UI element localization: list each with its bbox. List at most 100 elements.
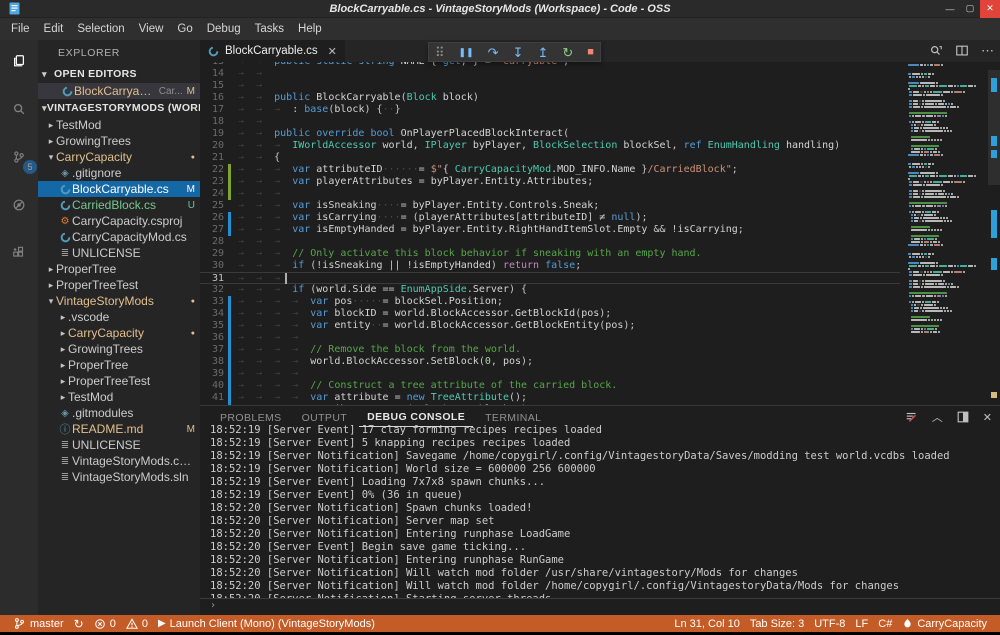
chevron-right-icon: ▸ xyxy=(58,344,68,355)
status-label: CarryCapacity xyxy=(917,618,987,630)
workspace-header[interactable]: ▾VINTAGESTORYMODS (WORKSPACE) xyxy=(38,99,200,117)
tree-item[interactable]: CarriedBlock.csU xyxy=(38,197,200,213)
minimize-button[interactable]: — xyxy=(940,0,960,18)
menu-item-go[interactable]: Go xyxy=(170,20,199,38)
tree-item[interactable]: ◈.gitmodules xyxy=(38,405,200,421)
open-editors-header[interactable]: ▾OPEN EDITORS xyxy=(38,65,200,83)
chevron-down-icon: ▾ xyxy=(46,296,56,307)
status-sync[interactable]: ↻ xyxy=(69,615,89,632)
menu-item-selection[interactable]: Selection xyxy=(70,20,131,38)
file-icon: ≣ xyxy=(58,456,72,467)
maximize-panel-chevron-icon[interactable]: ︿ xyxy=(932,409,943,425)
menu-item-view[interactable]: View xyxy=(132,20,171,38)
maximize-button[interactable]: ▢ xyxy=(960,0,980,18)
restart-icon[interactable]: ↻ xyxy=(562,46,573,59)
minimap-line xyxy=(904,142,988,144)
tree-item[interactable]: CarryCapacityMod.cs xyxy=(38,229,200,245)
tab-label: BlockCarryable.cs xyxy=(225,45,318,57)
close-panel-icon[interactable]: ✕ xyxy=(983,411,992,424)
tree-item[interactable]: ≣VintageStoryMods.sln xyxy=(38,469,200,485)
tree-item[interactable]: ▸ProperTreeTest xyxy=(38,373,200,389)
line-number: 23 xyxy=(200,176,228,188)
ruler-mark xyxy=(991,210,997,238)
activitybar-search[interactable] xyxy=(6,96,32,122)
change-badge: U xyxy=(188,200,195,211)
split-editor-icon[interactable] xyxy=(955,44,969,58)
tree-item[interactable]: ▸TestMod xyxy=(38,117,200,133)
file-label: VintageStoryMods.code-work... xyxy=(72,454,195,468)
status-utf-8[interactable]: UTF-8 xyxy=(809,615,850,632)
minimap-line xyxy=(904,70,988,72)
minimap-line xyxy=(904,316,988,318)
step-into-icon[interactable]: ↧ xyxy=(513,46,524,59)
activitybar-explorer[interactable] xyxy=(6,48,32,74)
tree-item[interactable]: ▾CarryCapacity● xyxy=(38,149,200,165)
file-label: CarryCapacity xyxy=(56,150,132,164)
clear-console-icon[interactable] xyxy=(905,410,919,424)
debug-console-output[interactable]: 18:52:19 [Server Event] 17 clay forming … xyxy=(200,424,1000,598)
status-ln-31-col-10[interactable]: Ln 31, Col 10 xyxy=(669,615,744,632)
tree-item[interactable]: ⚙CarryCapacity.csproj xyxy=(38,213,200,229)
debug-console-input[interactable]: › xyxy=(200,598,1000,612)
menu-item-help[interactable]: Help xyxy=(291,20,329,38)
status-warning[interactable]: 0 xyxy=(121,615,153,632)
tree-item[interactable]: BlockCarryable.csM xyxy=(38,181,200,197)
code-line: 34→ → → → var blockID = world.BlockAcces… xyxy=(200,308,900,320)
pause-icon[interactable]: ❚❚ xyxy=(459,48,474,57)
stop-icon[interactable]: ■ xyxy=(587,47,594,58)
status-c#[interactable]: C# xyxy=(873,615,897,632)
menu-item-debug[interactable]: Debug xyxy=(200,20,248,38)
close-button[interactable]: ✕ xyxy=(980,0,1000,18)
maximize-panel-icon[interactable] xyxy=(956,410,970,424)
status-lf[interactable]: LF xyxy=(850,615,873,632)
minimap-line xyxy=(904,121,988,123)
menu-item-edit[interactable]: Edit xyxy=(37,20,71,38)
chevron-right-icon: ▸ xyxy=(58,312,68,323)
tree-item[interactable]: ▸ProperTree xyxy=(38,357,200,373)
step-over-icon[interactable]: ↷ xyxy=(488,46,499,59)
status-tab-size-3[interactable]: Tab Size: 3 xyxy=(745,615,809,632)
csharp-file-icon xyxy=(208,46,219,57)
status-carrycapacity[interactable]: CarryCapacity xyxy=(897,615,992,632)
minimap[interactable] xyxy=(904,64,988,405)
tree-item[interactable]: ▸GrowingTrees xyxy=(38,133,200,149)
activitybar-debug[interactable] xyxy=(6,192,32,218)
minimap-line xyxy=(904,301,988,303)
tab-blockcarryable[interactable]: BlockCarryable.cs ✕ xyxy=(200,40,345,62)
open-editors-list: BlockCarryable.csCar...M xyxy=(38,83,200,99)
status-play[interactable]: ▶Launch Client (Mono) (VintageStoryMods) xyxy=(153,615,380,632)
open-preview-icon[interactable] xyxy=(929,44,943,58)
tree-item[interactable]: ▸CarryCapacity● xyxy=(38,325,200,341)
ruler-mark xyxy=(991,78,997,92)
file-label: CarryCapacity.csproj xyxy=(72,214,182,228)
explorer-sidebar: EXPLORER ▾OPEN EDITORS BlockCarryable.cs… xyxy=(38,40,200,615)
tree-item[interactable]: ▸.vscode xyxy=(38,309,200,325)
status-error[interactable]: 0 xyxy=(89,615,121,632)
menu-item-file[interactable]: File xyxy=(4,20,37,38)
tree-item[interactable]: ▸ProperTreeTest xyxy=(38,277,200,293)
tree-item[interactable]: ▾VintageStoryMods● xyxy=(38,293,200,309)
tree-item[interactable]: ▸ProperTree xyxy=(38,261,200,277)
chevron-right-icon: ▸ xyxy=(58,328,68,339)
tree-item[interactable]: ▸GrowingTrees xyxy=(38,341,200,357)
open-editor-item[interactable]: BlockCarryable.csCar...M xyxy=(38,83,200,99)
file-label: VintageStoryMods xyxy=(56,294,154,308)
tree-item[interactable]: ≣UNLICENSE xyxy=(38,245,200,261)
tree-item[interactable]: ▸TestMod xyxy=(38,389,200,405)
tree-item[interactable]: ≣UNLICENSE xyxy=(38,437,200,453)
minimap-line xyxy=(904,274,988,276)
activitybar-source-control[interactable]: 5 xyxy=(6,144,32,170)
status-branch[interactable]: master xyxy=(8,615,69,632)
more-actions-icon[interactable]: ⋯ xyxy=(981,43,994,59)
tree-item[interactable]: ◈.gitignore xyxy=(38,165,200,181)
tree-item[interactable]: ⓘREADME.mdM xyxy=(38,421,200,437)
step-out-icon[interactable]: ↥ xyxy=(537,46,548,59)
minimap-line xyxy=(904,292,988,294)
overview-ruler[interactable] xyxy=(988,62,1000,405)
menu-item-tasks[interactable]: Tasks xyxy=(248,20,291,38)
code-editor[interactable]: 13→ → public static string NAME { get; }… xyxy=(200,62,1000,405)
activitybar-extensions[interactable] xyxy=(6,240,32,266)
close-tab-icon[interactable]: ✕ xyxy=(328,45,337,58)
chevron-right-icon: ▸ xyxy=(46,280,56,291)
tree-item[interactable]: ≣VintageStoryMods.code-work... xyxy=(38,453,200,469)
